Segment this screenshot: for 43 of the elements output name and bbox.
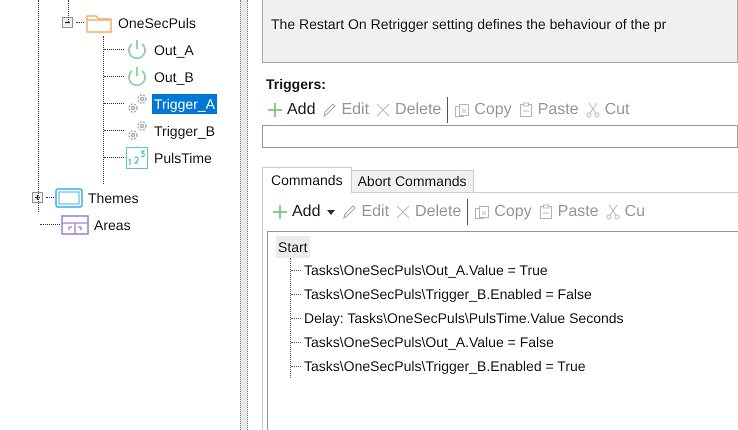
tree-item[interactable]: Trigger_A [152,94,217,114]
command-tree[interactable] [267,231,738,430]
tree-item[interactable]: Areas [92,214,133,234]
command-item[interactable]: Tasks\OneSecPuls\Out_A.Value = False [304,332,554,352]
triggers-list[interactable] [262,125,738,148]
tree-item[interactable]: OneSecPuls [116,12,198,32]
scissors-icon [584,102,601,118]
section-label: Triggers: [266,75,326,94]
plus-icon [272,204,288,220]
expand-toggle[interactable] [32,192,43,203]
power-icon [125,64,149,88]
layout-icon [61,214,89,234]
close-icon [375,102,392,118]
command-item[interactable]: Tasks\OneSecPuls\Trigger_B.Enabled = False [304,284,592,304]
tree-item[interactable]: Start [276,236,310,258]
splitter[interactable] [240,0,248,430]
tree-item[interactable]: PulsTime [152,148,214,168]
power-icon [125,38,149,62]
tree-item[interactable]: Out_A [152,40,196,60]
collapse-toggle[interactable] [62,17,73,28]
tab[interactable]: Commands [262,167,352,193]
tree-item[interactable]: Out_B [152,66,196,86]
copy-icon [474,204,490,220]
description-text: The Restart On Retrigger setting defines the behaviour of the pr [262,0,738,63]
plus-icon [33,193,42,202]
plus-icon [267,102,283,118]
pencil-icon [341,204,358,220]
clipboard-icon [518,102,534,118]
toolbar-button[interactable]: Add [264,97,318,123]
toolbar-button[interactable]: Add [269,199,338,225]
command-item[interactable]: Tasks\OneSecPuls\Out_A.Value = True [304,260,548,280]
command-item[interactable]: Tasks\OneSecPuls\Trigger_B.Enabled = True [304,356,586,376]
close-icon [395,204,412,220]
command-item[interactable]: Delay: Tasks\OneSecPuls\PulsTime.Value Seconds [304,308,624,328]
pencil-icon [321,102,338,118]
clipboard-icon [538,204,554,220]
window-icon [55,188,83,208]
scissors-icon [604,204,621,220]
tab[interactable]: Abort Commands [352,170,474,192]
tree-item[interactable]: Themes [86,188,141,208]
number-icon [125,146,149,170]
tree-item[interactable]: Trigger_B [152,120,217,140]
copy-icon [454,102,470,118]
